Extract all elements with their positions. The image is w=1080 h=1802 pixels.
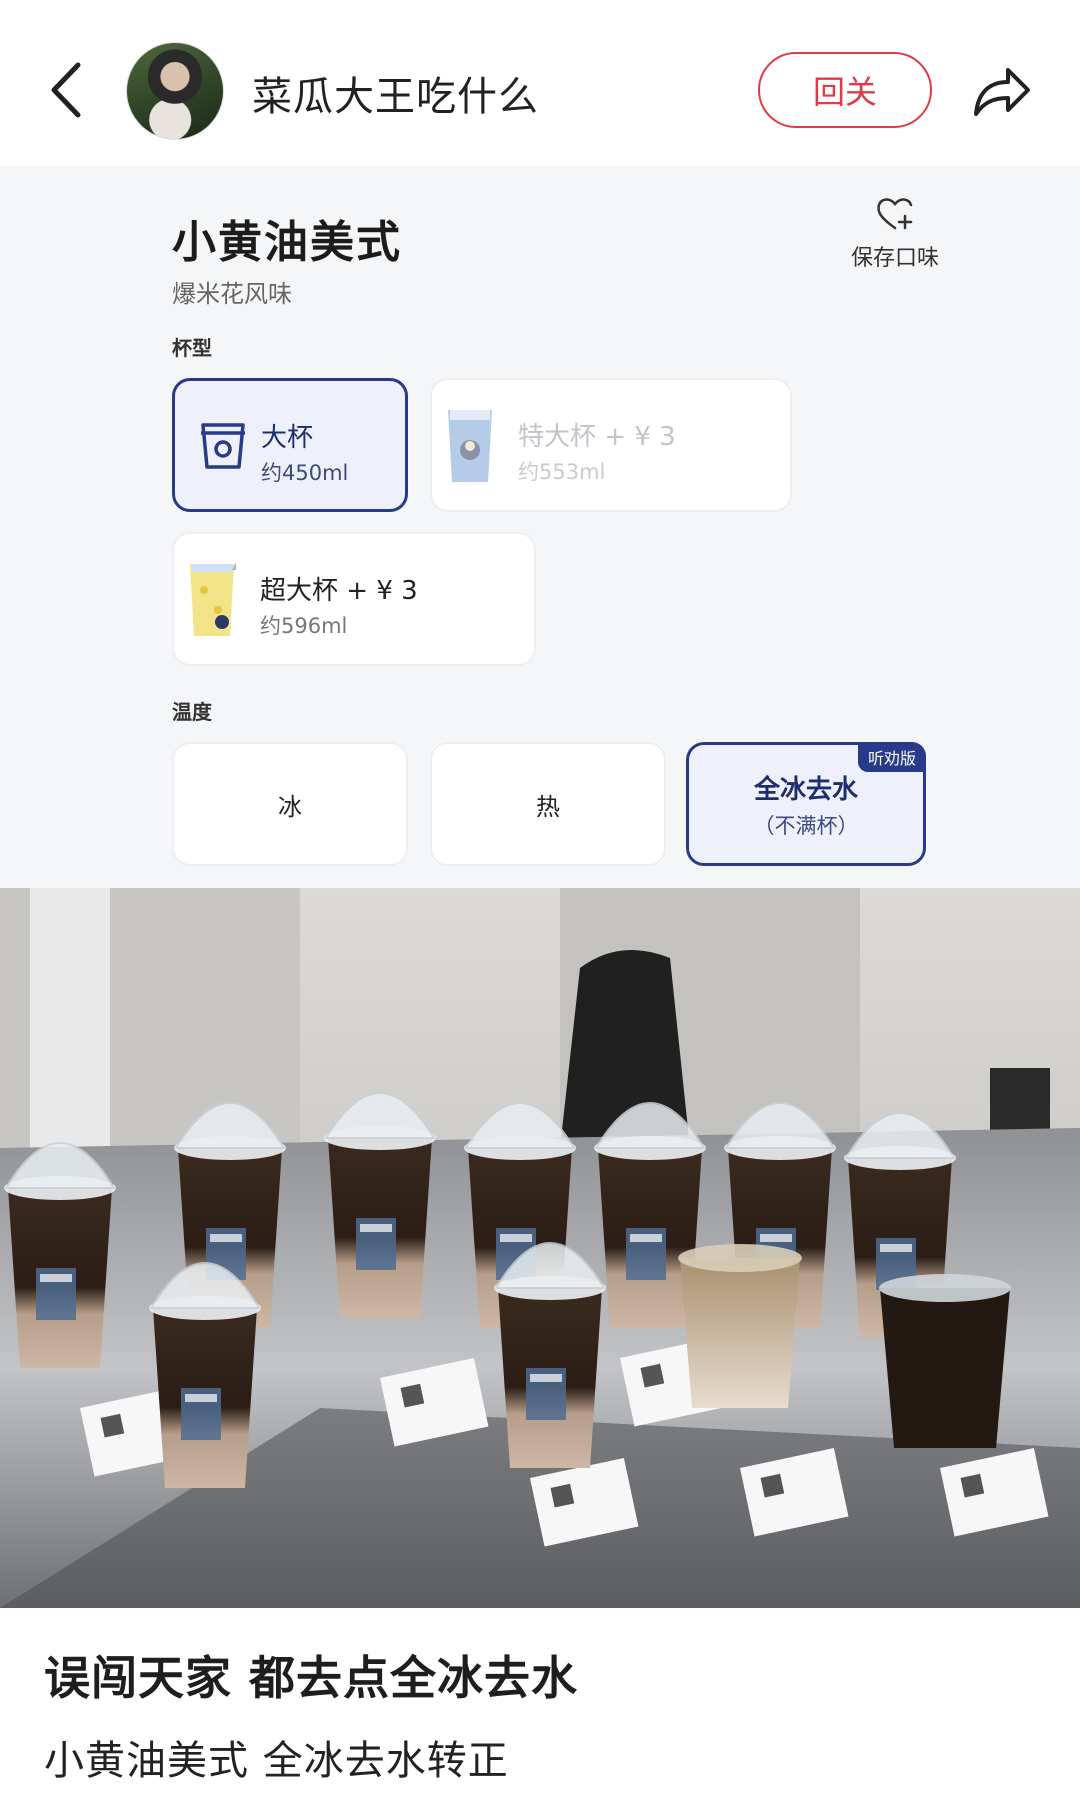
cup-option-title: 大杯	[261, 423, 314, 453]
cup-image-icon	[190, 562, 236, 636]
follow-back-button[interactable]: 回关	[758, 52, 932, 128]
share-icon[interactable]	[968, 58, 1034, 124]
back-arrow-icon[interactable]	[40, 55, 100, 125]
author-avatar[interactable]	[126, 42, 224, 140]
temp-option-label: 热	[536, 792, 560, 821]
temp-option-hot[interactable]: 热	[430, 742, 666, 866]
cup-icon	[201, 423, 245, 469]
drink-flavor: 爆米花风味	[172, 280, 292, 308]
cup-option-title: 特大杯 + ¥ 3	[518, 422, 676, 452]
temp-option-ice[interactable]: 冰	[172, 742, 408, 866]
temp-option-full-ice-no-water[interactable]: 听劝版 全冰去水 （不满杯）	[686, 742, 926, 866]
cup-size-label: 杯型	[172, 336, 212, 360]
drink-customization-panel: 小黄油美式 爆米花风味 保存口味 杯型 大杯 约450ml 特大杯 + ¥ 3 …	[0, 166, 1080, 888]
cup-option-extra-large[interactable]: 特大杯 + ¥ 3 约553ml	[430, 378, 792, 512]
cup-option-volume: 约596ml	[260, 614, 348, 638]
temp-option-label: 冰	[278, 792, 302, 821]
iced-coffee-photo	[0, 888, 1080, 1608]
cup-option-super-large[interactable]: 超大杯 + ¥ 3 约596ml	[172, 532, 536, 666]
cup-option-title: 超大杯 + ¥ 3	[260, 576, 418, 606]
temperature-label: 温度	[172, 700, 212, 724]
author-name[interactable]: 菜瓜大王吃什么	[252, 64, 539, 122]
post-header: 菜瓜大王吃什么 回关	[0, 0, 1080, 176]
heart-plus-icon	[877, 198, 913, 230]
cup-option-volume: 约553ml	[518, 460, 606, 484]
post-body: 小黄油美式 全冰去水转正	[44, 1738, 509, 1784]
cup-option-volume: 约450ml	[261, 461, 349, 485]
temp-option-label: 全冰去水	[753, 774, 858, 805]
recommended-badge: 听劝版	[857, 742, 926, 772]
cup-image-icon	[448, 410, 492, 482]
drink-name: 小黄油美式	[172, 217, 402, 268]
save-flavor-button[interactable]: 保存口味	[840, 194, 950, 272]
temp-option-note: （不满杯）	[753, 813, 859, 838]
save-flavor-label: 保存口味	[850, 246, 939, 271]
cup-option-large[interactable]: 大杯 约450ml	[172, 378, 408, 512]
post-title: 误闯天家 都去点全冰去水	[44, 1651, 579, 1705]
